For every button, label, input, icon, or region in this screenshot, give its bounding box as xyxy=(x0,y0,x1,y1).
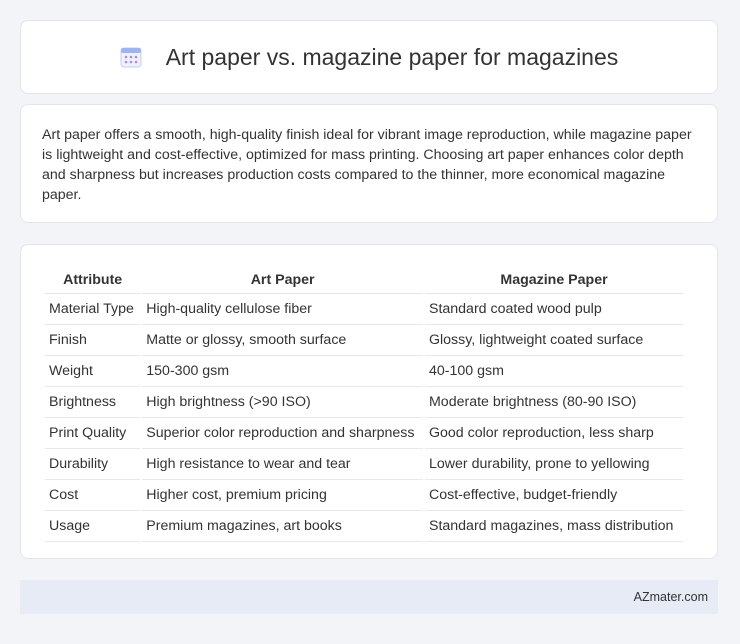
row-magazine-paper: Lower durability, prone to yellowing xyxy=(424,449,683,480)
row-attribute: Brightness xyxy=(45,387,141,418)
comparison-table-card: Attribute Art Paper Magazine Paper Mater… xyxy=(20,244,718,559)
row-art-paper: 150-300 gsm xyxy=(142,356,423,387)
row-attribute: Weight xyxy=(45,356,141,387)
row-attribute: Finish xyxy=(45,325,141,356)
row-magazine-paper: Moderate brightness (80-90 ISO) xyxy=(424,387,683,418)
row-art-paper: High-quality cellulose fiber xyxy=(142,294,423,325)
summary-card: Art paper offers a smooth, high-quality … xyxy=(20,104,718,223)
page-title: Art paper vs. magazine paper for magazin… xyxy=(165,43,619,70)
row-art-paper: Higher cost, premium pricing xyxy=(142,480,423,511)
row-attribute: Material Type xyxy=(45,294,141,325)
header-art-paper: Art Paper xyxy=(142,265,423,294)
row-magazine-paper: Standard magazines, mass distribution xyxy=(424,511,683,542)
row-art-paper: Superior color reproduction and sharpnes… xyxy=(142,418,423,449)
row-attribute: Print Quality xyxy=(45,418,141,449)
row-magazine-paper: Cost-effective, budget-friendly xyxy=(424,480,683,511)
table-row: Usage Premium magazines, art books Stand… xyxy=(45,511,683,542)
row-attribute: Durability xyxy=(45,449,141,480)
calendar-icon xyxy=(120,46,142,68)
table-row: Finish Matte or glossy, smooth surface G… xyxy=(45,325,683,356)
table-row: Material Type High-quality cellulose fib… xyxy=(45,294,683,325)
row-attribute: Cost xyxy=(45,480,141,511)
footer-bar: AZmater.com xyxy=(20,580,718,614)
footer-site-link[interactable]: AZmater.com xyxy=(634,590,708,604)
table-row: Durability High resistance to wear and t… xyxy=(45,449,683,480)
row-art-paper: Matte or glossy, smooth surface xyxy=(142,325,423,356)
summary-text: Art paper offers a smooth, high-quality … xyxy=(42,127,692,203)
header-attribute: Attribute xyxy=(45,265,141,294)
comparison-table: Attribute Art Paper Magazine Paper Mater… xyxy=(43,265,685,542)
header-magazine-paper: Magazine Paper xyxy=(424,265,683,294)
table-row: Weight 150-300 gsm 40-100 gsm xyxy=(45,356,683,387)
row-art-paper: High brightness (>90 ISO) xyxy=(142,387,423,418)
row-magazine-paper: Glossy, lightweight coated surface xyxy=(424,325,683,356)
row-magazine-paper: Good color reproduction, less sharp xyxy=(424,418,683,449)
row-art-paper: High resistance to wear and tear xyxy=(142,449,423,480)
row-attribute: Usage xyxy=(45,511,141,542)
title-card: Art paper vs. magazine paper for magazin… xyxy=(20,20,718,94)
table-row: Cost Higher cost, premium pricing Cost-e… xyxy=(45,480,683,511)
table-row: Brightness High brightness (>90 ISO) Mod… xyxy=(45,387,683,418)
table-header-row: Attribute Art Paper Magazine Paper xyxy=(45,265,683,294)
table-row: Print Quality Superior color reproductio… xyxy=(45,418,683,449)
row-art-paper: Premium magazines, art books xyxy=(142,511,423,542)
row-magazine-paper: 40-100 gsm xyxy=(424,356,683,387)
row-magazine-paper: Standard coated wood pulp xyxy=(424,294,683,325)
